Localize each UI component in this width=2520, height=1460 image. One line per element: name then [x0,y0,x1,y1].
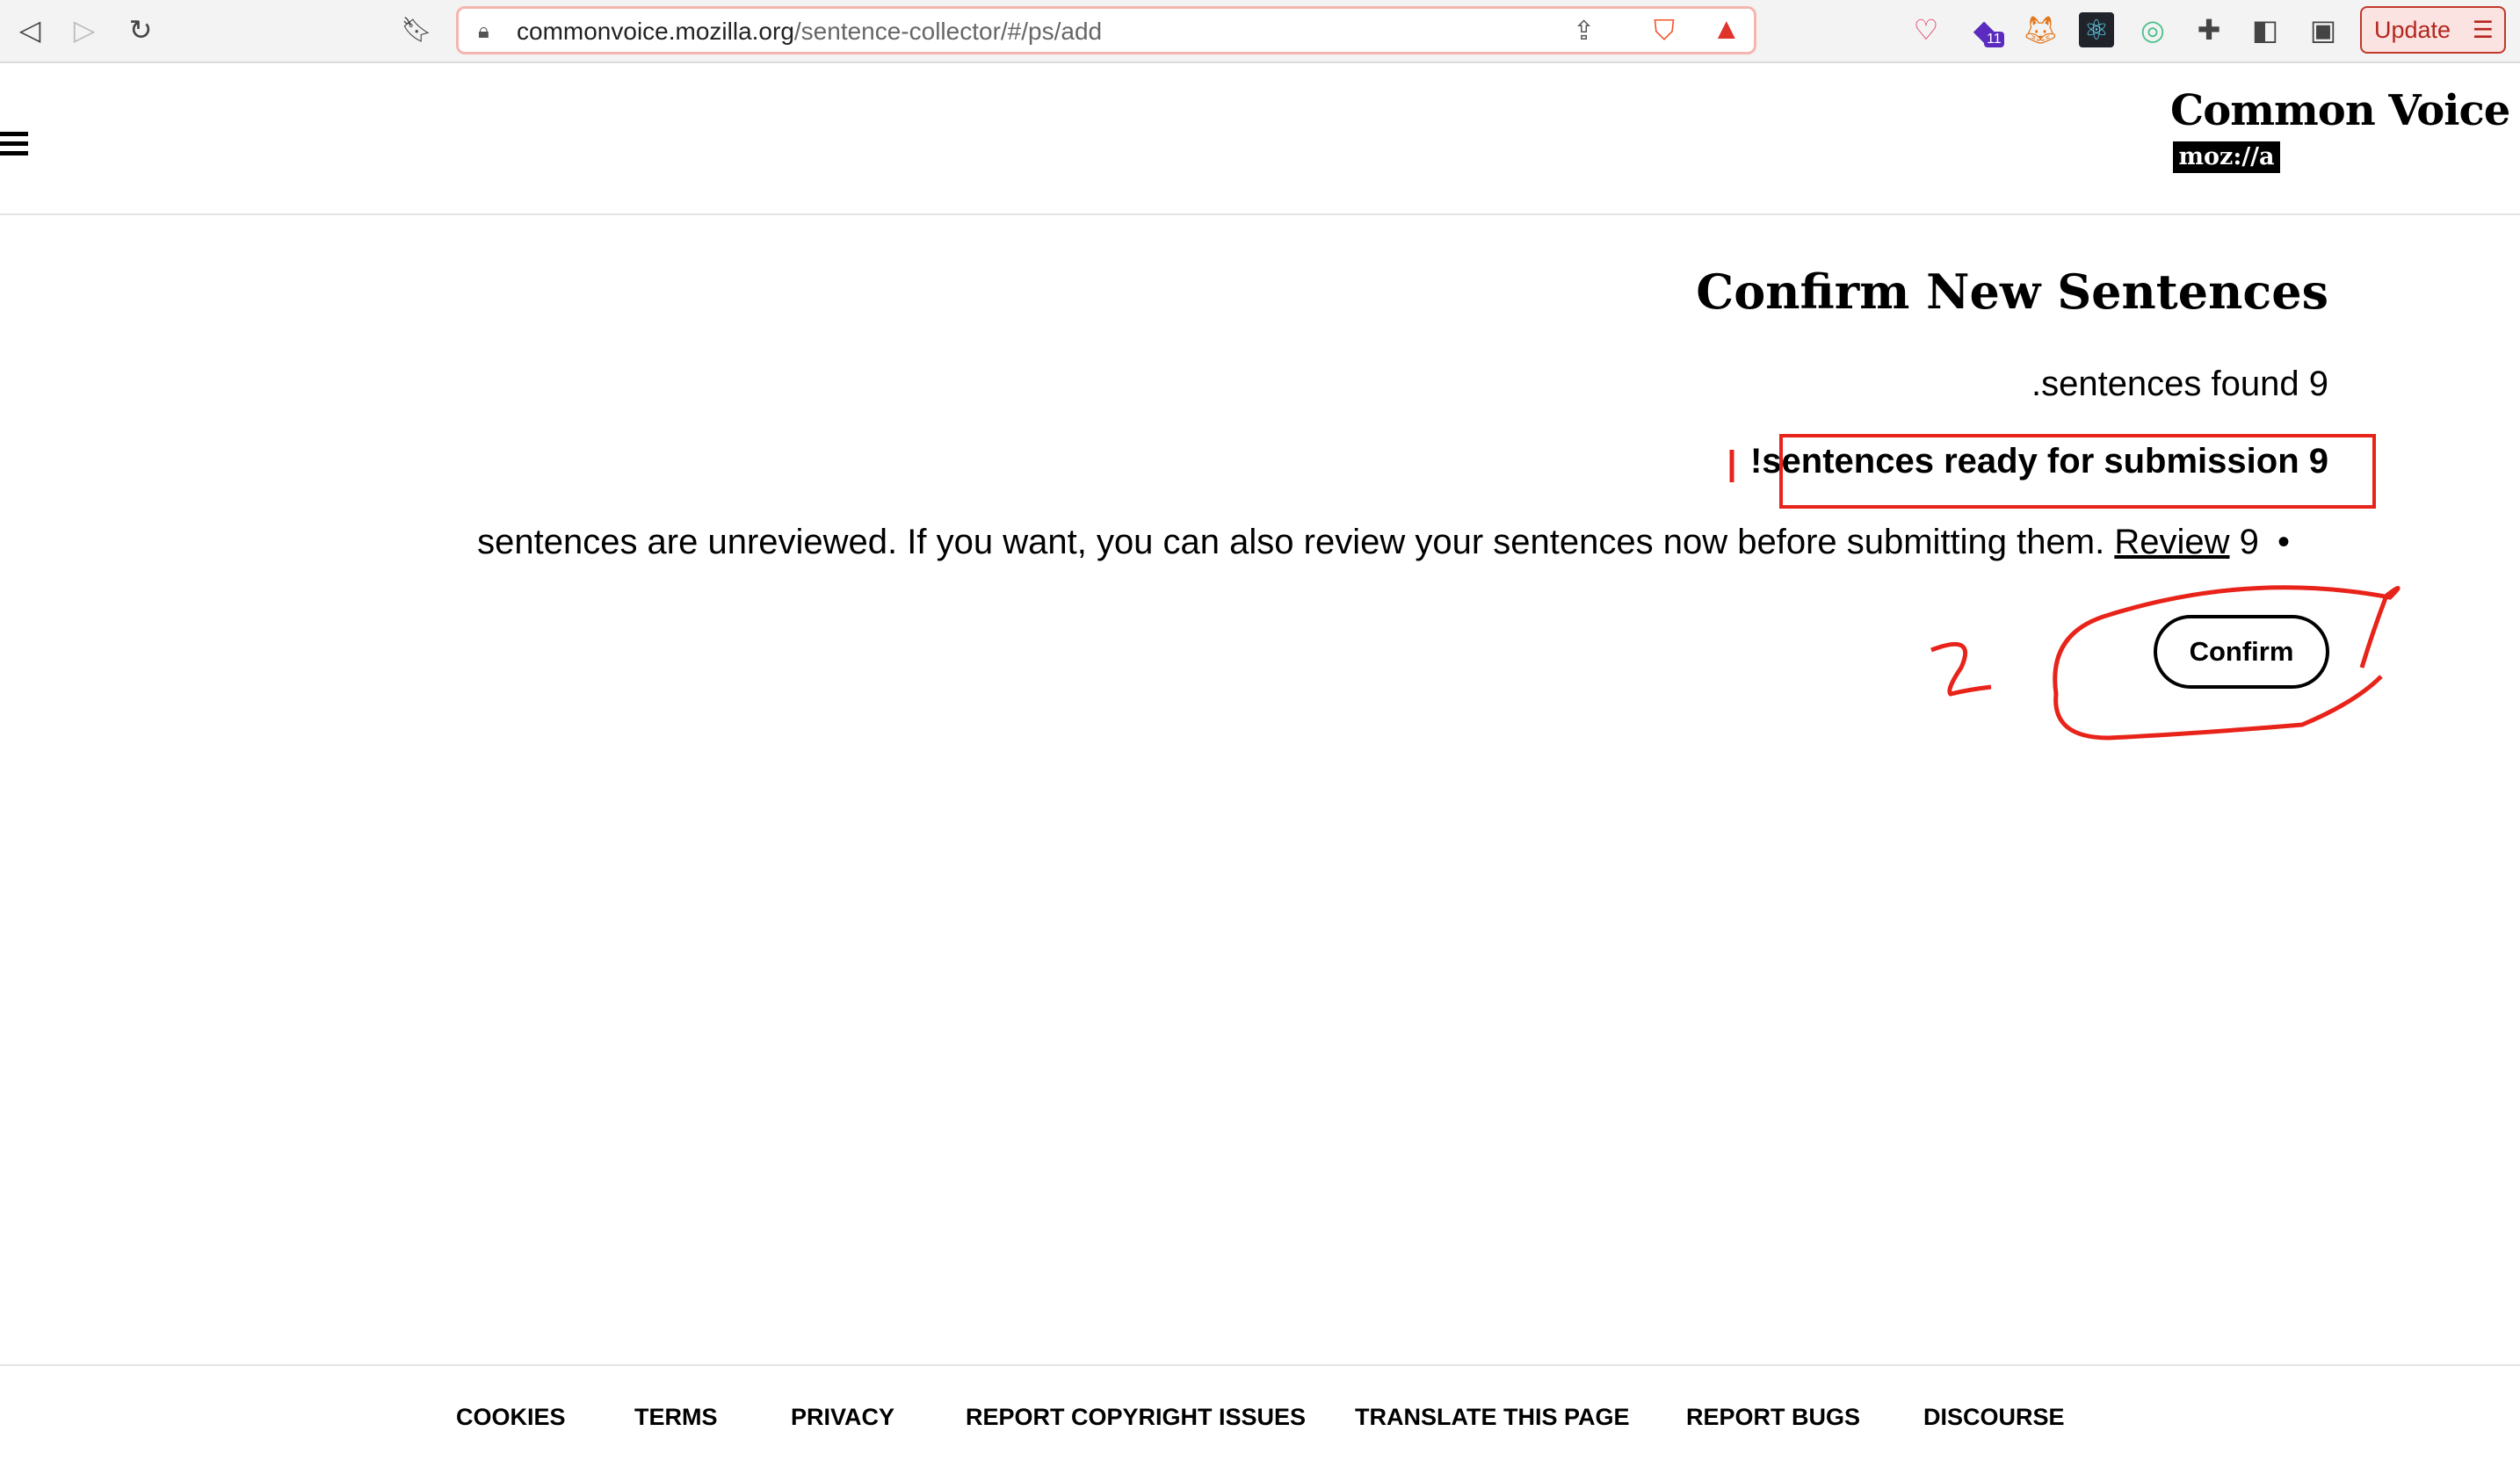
annotation-layer [1729,450,2401,741]
footer-link-report-copyright[interactable]: REPORT COPYRIGHT ISSUES [966,1404,1306,1431]
annotation-circle [2053,585,2401,741]
footer-link-privacy[interactable]: PRIVACY [791,1404,894,1431]
footer-link-report-bugs[interactable]: REPORT BUGS [1686,1404,1860,1431]
footer-link-translate[interactable]: TRANSLATE THIS PAGE [1355,1404,1630,1431]
footer-link-discourse[interactable]: DISCOURSE [1923,1404,2065,1431]
footer-link-cookies[interactable]: COOKIES [456,1404,566,1431]
footer-link-terms[interactable]: TERMS [634,1404,718,1431]
annotation-mark-2 [1930,641,1992,697]
footer-divider [0,1364,2520,1366]
